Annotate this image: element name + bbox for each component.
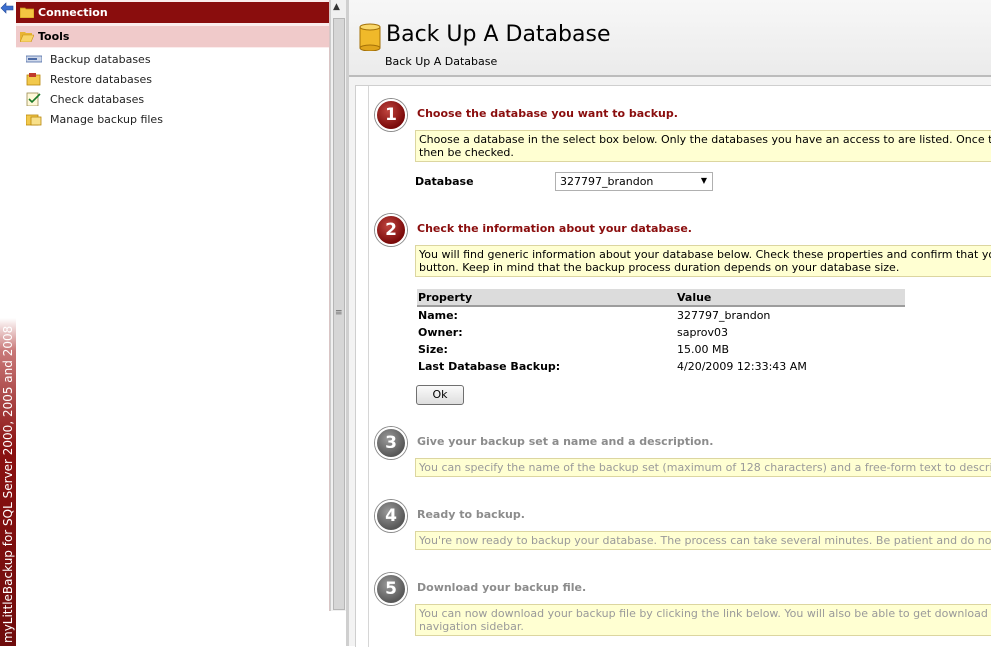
page-header: Back Up A Database Back Up A Database <box>349 0 991 77</box>
sidebar-footer <box>16 611 346 646</box>
step-5-info-line: navigation sidebar. <box>419 620 524 633</box>
scroll-up-icon[interactable]: ▲ <box>333 2 340 12</box>
database-icon <box>359 23 381 51</box>
step-3-badge: 3 <box>375 427 407 459</box>
sidebar-item-check[interactable]: Check databases <box>26 90 316 108</box>
step-2-title: Check the information about your databas… <box>417 222 692 235</box>
table-row: Owner: saprov03 <box>417 324 905 341</box>
content-divider <box>368 86 369 647</box>
step-3-title: Give your backup set a name and a descri… <box>417 435 714 448</box>
database-select-value: 327797_brandon <box>560 175 654 188</box>
brand-text: myLittleBackup for SQL Server 2000, 2005… <box>1 325 15 643</box>
step-1-info: Choose a database in the select box belo… <box>415 130 991 162</box>
sidebar-tools-header[interactable]: Tools <box>16 26 329 47</box>
database-select[interactable]: 327797_brandon ▼ <box>555 172 713 191</box>
folder-icon <box>20 7 34 18</box>
manage-files-icon <box>26 114 42 126</box>
sidebar-item-backup[interactable]: Backup databases <box>26 50 316 68</box>
back-arrow-icon[interactable] <box>0 2 14 14</box>
step-4-badge: 4 <box>375 500 407 532</box>
property-key: Name: <box>418 309 458 322</box>
property-value: 327797_brandon <box>677 309 771 322</box>
check-icon <box>26 92 41 106</box>
sidebar-connection-header[interactable]: Connection <box>16 2 329 23</box>
step-4-info-line: You're now ready to backup your database… <box>419 534 991 547</box>
step-5-badge: 5 <box>375 573 407 605</box>
open-folder-icon <box>20 32 34 42</box>
sidebar: Connection Tools Backup databases Restor… <box>16 0 330 611</box>
step-1-badge: 1 <box>375 99 407 131</box>
table-row: Name: 327797_brandon <box>417 306 905 324</box>
step-4-info: You're now ready to backup your database… <box>415 531 991 550</box>
brand-strip: myLittleBackup for SQL Server 2000, 2005… <box>0 0 16 646</box>
property-value: 15.00 MB <box>677 343 730 356</box>
column-header-value: Value <box>676 289 905 307</box>
sidebar-tools-label: Tools <box>38 30 70 43</box>
sidebar-item-label: Manage backup files <box>50 113 163 126</box>
database-label: Database <box>415 175 474 188</box>
chevron-down-icon: ▼ <box>700 176 707 185</box>
sidebar-body: Backup databases Restore databases Check… <box>16 48 329 611</box>
step-2-info-line: button. Keep in mind that the backup pro… <box>419 261 900 274</box>
sidebar-item-label: Backup databases <box>50 53 151 66</box>
main-panel: Back Up A Database Back Up A Database 1 … <box>349 0 991 647</box>
step-1-info-line: Choose a database in the select box belo… <box>419 133 991 146</box>
step-3-info-line: You can specify the name of the backup s… <box>419 461 991 474</box>
step-4-title: Ready to backup. <box>417 508 525 521</box>
backup-icon <box>26 55 42 63</box>
property-key: Last Database Backup: <box>418 360 561 373</box>
scroll-grip-icon: ≡ <box>335 308 343 318</box>
properties-table: Property Value Name: 327797_brandon Owne… <box>417 289 905 375</box>
sidebar-item-label: Restore databases <box>50 73 152 86</box>
restore-icon <box>26 73 41 86</box>
table-row: Last Database Backup: 4/20/2009 12:33:43… <box>417 358 905 375</box>
table-header-row: Property Value <box>417 289 905 307</box>
table-row: Size: 15.00 MB <box>417 341 905 358</box>
step-1-title: Choose the database you want to backup. <box>417 107 678 120</box>
property-value: saprov03 <box>677 326 728 339</box>
step-2-info: You will find generic information about … <box>415 245 991 277</box>
property-key: Size: <box>418 343 448 356</box>
page-title: Back Up A Database <box>386 22 611 47</box>
step-1-info-line: then be checked. <box>419 146 514 159</box>
step-2-info-line: You will find generic information about … <box>419 248 991 261</box>
step-5-info-line: You can now download your backup file by… <box>419 607 991 620</box>
property-key: Owner: <box>418 326 463 339</box>
property-value: 4/20/2009 12:33:43 AM <box>677 360 807 373</box>
sidebar-connection-label: Connection <box>38 6 108 19</box>
step-2-badge: 2 <box>375 214 407 246</box>
step-3-info: You can specify the name of the backup s… <box>415 458 991 477</box>
step-5-info: You can now download your backup file by… <box>415 604 991 636</box>
sidebar-scrollbar[interactable]: ▲ ≡ <box>330 0 346 611</box>
wizard-content: 1 Choose the database you want to backup… <box>355 85 991 647</box>
sidebar-item-restore[interactable]: Restore databases <box>26 70 316 88</box>
sidebar-item-manage-files[interactable]: Manage backup files <box>26 110 316 128</box>
step-5-title: Download your backup file. <box>417 581 587 594</box>
ok-button[interactable]: Ok <box>416 385 464 405</box>
column-header-property: Property <box>417 289 676 307</box>
sidebar-item-label: Check databases <box>50 93 145 106</box>
breadcrumb: Back Up A Database <box>385 55 498 68</box>
